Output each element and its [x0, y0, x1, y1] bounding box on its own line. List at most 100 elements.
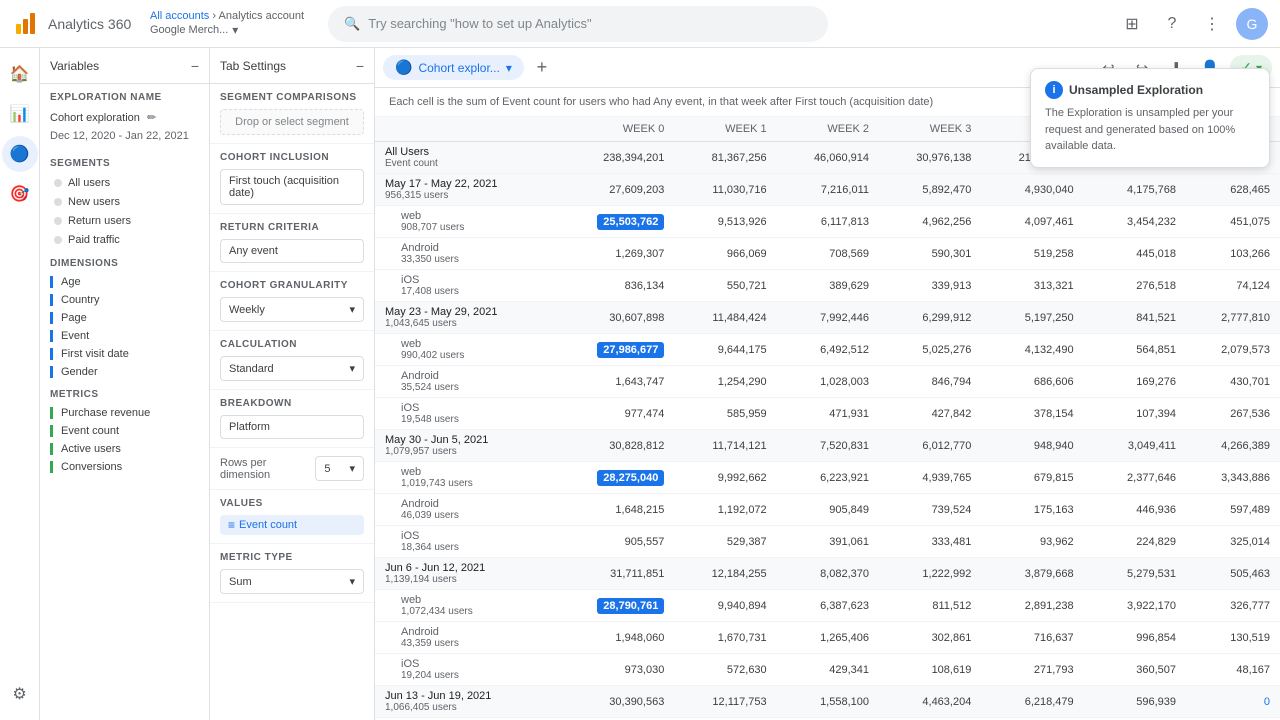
- row-label-cell: web1,019,743 users: [375, 462, 556, 494]
- segment-drop-zone[interactable]: Drop or select segment: [220, 109, 364, 135]
- metric-active-users[interactable]: Active users: [40, 440, 209, 458]
- rows-per-dimension-select[interactable]: 5 ▾: [315, 456, 364, 481]
- sidebar-settings-btn[interactable]: ⚙: [2, 676, 38, 712]
- cohort-inclusion-section: COHORT INCLUSION First touch (acquisitio…: [210, 144, 374, 214]
- search-bar[interactable]: 🔍 Try searching "how to set up Analytics…: [328, 6, 828, 42]
- metric-event-count[interactable]: Event count: [40, 422, 209, 440]
- row-label-cell: web1,072,434 users: [375, 590, 556, 622]
- metric-type-select[interactable]: Sum ▾: [220, 569, 364, 594]
- row-value-week3: 4,939,765: [879, 462, 981, 494]
- row-value-week4: 175,163: [981, 494, 1083, 526]
- row-value-week0: 30,607,898: [556, 302, 675, 334]
- analytics-logo-icon: [12, 10, 40, 38]
- metric-conversions[interactable]: Conversions: [40, 458, 209, 476]
- dimension-event[interactable]: Event: [40, 327, 209, 345]
- dimension-first-visit[interactable]: First visit date: [40, 345, 209, 363]
- dimension-gender[interactable]: Gender: [40, 363, 209, 381]
- row-value-week4: 3,879,668: [981, 558, 1083, 590]
- row-value-week5: 2,377,646: [1084, 462, 1186, 494]
- dimension-country[interactable]: Country: [40, 291, 209, 309]
- row-value-week6: 130,519: [1186, 622, 1280, 654]
- tab-settings-close[interactable]: −: [356, 58, 364, 74]
- sidebar-advertising-btn[interactable]: 🎯: [2, 176, 38, 212]
- segment-return-users[interactable]: Return users: [44, 212, 205, 230]
- variables-panel-close[interactable]: −: [191, 58, 199, 74]
- help-icon-btn[interactable]: ?: [1156, 8, 1188, 40]
- exploration-name-label: Exploration name: [40, 84, 209, 107]
- info-text: Each cell is the sum of Event count for …: [389, 96, 933, 108]
- apps-icon-btn[interactable]: ⊞: [1116, 8, 1148, 40]
- row-value-week0: 1,269,307: [556, 238, 675, 270]
- row-value-week2: 391,061: [777, 526, 879, 558]
- row-value-week6: 0: [1186, 686, 1280, 718]
- dimension-age[interactable]: Age: [40, 273, 209, 291]
- col-header-week1: WEEK 1: [674, 117, 776, 142]
- row-label-cell: Android33,350 users: [375, 238, 556, 270]
- row-value-week2: 6,117,813: [777, 206, 879, 238]
- data-area[interactable]: Each cell is the sum of Event count for …: [375, 88, 1280, 720]
- exploration-edit-icon[interactable]: ✏: [147, 112, 156, 124]
- more-options-icon-btn[interactable]: ⋮: [1196, 8, 1228, 40]
- segment-paid-traffic[interactable]: Paid traffic: [44, 231, 205, 249]
- group-header-users: 1,139,194 users: [385, 574, 546, 585]
- row-value-week1: 529,387: [674, 526, 776, 558]
- tab-dropdown-icon[interactable]: ▾: [506, 61, 512, 75]
- add-tab-button[interactable]: +: [528, 54, 556, 82]
- row-value-week5: 445,018: [1084, 238, 1186, 270]
- row-value-week4: 5,197,250: [981, 302, 1083, 334]
- group-header-date: Jun 6 - Jun 12, 2021: [385, 562, 546, 574]
- row-value-week2: 1,265,406: [777, 622, 879, 654]
- row-value-week1: 11,484,424: [674, 302, 776, 334]
- platform-label: iOS: [385, 402, 546, 414]
- row-value-week1: 9,644,175: [674, 334, 776, 366]
- metric-type-section: METRIC TYPE Sum ▾: [210, 544, 374, 603]
- row-value-week4: 4,930,040: [981, 174, 1083, 206]
- calculation-select[interactable]: Standard ▾: [220, 356, 364, 381]
- date-range[interactable]: Dec 12, 2020 - Jan 22, 2021: [40, 128, 209, 150]
- variables-panel: Variables − Exploration name Cohort expl…: [40, 48, 210, 720]
- cohort-granularity-select[interactable]: Weekly ▾: [220, 297, 364, 322]
- row-value-week2: 1,028,003: [777, 366, 879, 398]
- row-value-week6: 2,777,810: [1186, 302, 1280, 334]
- breakdown-section: BREAKDOWN Platform: [210, 390, 374, 448]
- segment-new-users[interactable]: New users: [44, 193, 205, 211]
- row-value-week5: 4,175,768: [1084, 174, 1186, 206]
- metric-purchase-revenue[interactable]: Purchase revenue: [40, 404, 209, 422]
- row-value-week3: 108,619: [879, 654, 981, 686]
- sidebar-home-btn[interactable]: 🏠: [2, 56, 38, 92]
- exploration-name-value: Cohort exploration ✏: [40, 107, 209, 128]
- rows-per-dimension-label: Rows per dimension: [220, 457, 315, 481]
- platform-label: Android: [385, 498, 546, 510]
- breakdown-input[interactable]: Platform: [220, 415, 364, 439]
- row-value-week6: 48,167: [1186, 654, 1280, 686]
- row-value-week1: 9,992,662: [674, 462, 776, 494]
- return-criteria-input[interactable]: Any event: [220, 239, 364, 263]
- row-value-week5: 3,049,411: [1084, 430, 1186, 462]
- row-value-week6: 2,079,573: [1186, 334, 1280, 366]
- granularity-dropdown-icon: ▾: [349, 303, 355, 316]
- row-value-week3: 5,892,470: [879, 174, 981, 206]
- user-avatar[interactable]: G: [1236, 8, 1268, 40]
- sidebar-reports-btn[interactable]: 📊: [2, 96, 38, 132]
- dropdown-icon[interactable]: ▾: [232, 23, 238, 39]
- dimension-page[interactable]: Page: [40, 309, 209, 327]
- row-value-week2: 429,341: [777, 654, 879, 686]
- values-chip[interactable]: ≡ Event count: [220, 515, 364, 535]
- row-value-week0: 1,648,215: [556, 494, 675, 526]
- account-name[interactable]: Google Merch...: [150, 23, 228, 37]
- row-value-week3: 811,512: [879, 590, 981, 622]
- row-value-week4: 679,815: [981, 462, 1083, 494]
- all-users-label: All Users: [385, 146, 546, 158]
- table-row: May 23 - May 29, 20211,043,645 users30,6…: [375, 302, 1280, 334]
- row-value-week5: 446,936: [1084, 494, 1186, 526]
- segment-all-users[interactable]: All users: [44, 174, 205, 192]
- cohort-inclusion-input[interactable]: First touch (acquisition date): [220, 169, 364, 205]
- row-value-week5: 3,922,170: [1084, 590, 1186, 622]
- row-label-cell: Android43,359 users: [375, 622, 556, 654]
- row-label-cell: May 17 - May 22, 2021956,315 users: [375, 174, 556, 206]
- row-value-week0: 30,390,563: [556, 686, 675, 718]
- sidebar-explore-btn[interactable]: 🔵: [2, 136, 38, 172]
- row-value-week2: 7,992,446: [777, 302, 879, 334]
- cohort-exploration-tab[interactable]: 🔵 Cohort explor... ▾: [383, 55, 524, 80]
- row-value-week3: 846,794: [879, 366, 981, 398]
